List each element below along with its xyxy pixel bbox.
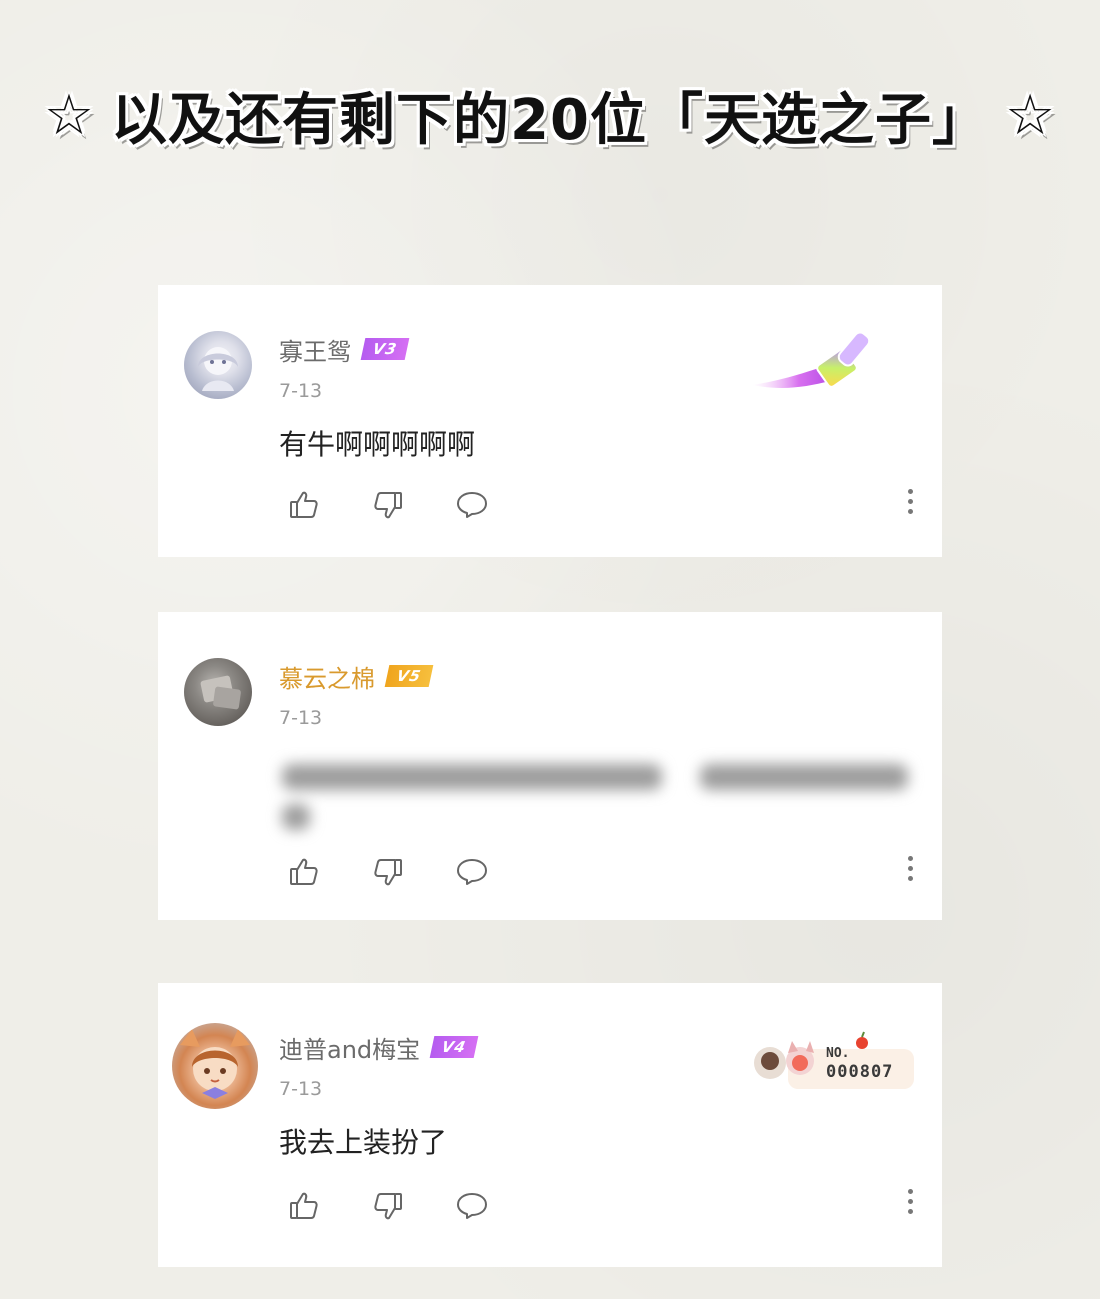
fan-no-label: NO. bbox=[826, 1046, 850, 1061]
comment-bubble-icon[interactable] bbox=[452, 485, 492, 525]
comment-date: 7-13 bbox=[279, 380, 323, 402]
comment-date: 7-13 bbox=[279, 707, 323, 729]
comment-actions bbox=[284, 1186, 492, 1226]
thumbs-up-icon[interactable] bbox=[284, 1186, 324, 1226]
comment-bubble-icon[interactable] bbox=[452, 852, 492, 892]
comment-actions bbox=[284, 852, 492, 892]
thumbs-down-icon[interactable] bbox=[368, 1186, 408, 1226]
level-badge: V3 bbox=[360, 338, 410, 360]
avatar[interactable] bbox=[184, 658, 252, 726]
thumbs-up-icon[interactable] bbox=[284, 852, 324, 892]
more-vertical-icon[interactable] bbox=[900, 481, 920, 521]
thumbs-up-icon[interactable] bbox=[284, 485, 324, 525]
headline-text: 以及还有剩下的20位「天选之子」 bbox=[111, 87, 989, 153]
fan-number-label: NO. 000807 bbox=[826, 1045, 893, 1081]
blurred-comment-text bbox=[276, 754, 922, 832]
anime-avatar-icon bbox=[198, 347, 238, 391]
page-headline: ☆ 以及还有剩下的20位「天选之子」 ☆ bbox=[0, 70, 1100, 160]
comment-card: 迪普and梅宝 V4 7-13 我去上装扮了 NO. 000807 bbox=[158, 983, 942, 1267]
comment-text: 有牛啊啊啊啊啊 bbox=[279, 428, 476, 461]
character-avatar-icon bbox=[180, 1029, 250, 1099]
thumbs-down-icon[interactable] bbox=[368, 852, 408, 892]
star-right-icon: ☆ bbox=[1004, 82, 1057, 148]
star-left-icon: ☆ bbox=[43, 82, 96, 148]
comment-bubble-icon[interactable] bbox=[452, 1186, 492, 1226]
username[interactable]: 迪普and梅宝 bbox=[279, 1030, 420, 1065]
paint-brush-icon bbox=[752, 331, 871, 388]
level-badge: V4 bbox=[429, 1036, 479, 1058]
avatar[interactable] bbox=[172, 1023, 258, 1109]
comment-text: 我去上装扮了 bbox=[279, 1126, 448, 1159]
user-row: 慕云之棉 V5 bbox=[279, 658, 434, 694]
fan-number: 000807 bbox=[826, 1062, 894, 1082]
username[interactable]: 慕云之棉 bbox=[279, 659, 375, 694]
user-row: 寡王鸳 V3 bbox=[279, 331, 410, 367]
thumbs-down-icon[interactable] bbox=[368, 485, 408, 525]
more-vertical-icon[interactable] bbox=[900, 848, 920, 888]
comment-card: 寡王鸳 V3 7-13 有牛啊啊啊啊啊 bbox=[158, 285, 942, 557]
level-badge: V5 bbox=[384, 665, 434, 687]
comment-card: 慕云之棉 V5 7-13 bbox=[158, 612, 942, 920]
photo-avatar-icon bbox=[200, 675, 241, 710]
comment-actions bbox=[284, 485, 492, 525]
user-row: 迪普and梅宝 V4 bbox=[279, 1029, 479, 1065]
comment-date: 7-13 bbox=[279, 1078, 323, 1100]
username[interactable]: 寡王鸳 bbox=[279, 332, 351, 367]
fan-badge: NO. 000807 bbox=[748, 1029, 918, 1099]
avatar[interactable] bbox=[184, 331, 252, 399]
more-vertical-icon[interactable] bbox=[900, 1181, 920, 1221]
